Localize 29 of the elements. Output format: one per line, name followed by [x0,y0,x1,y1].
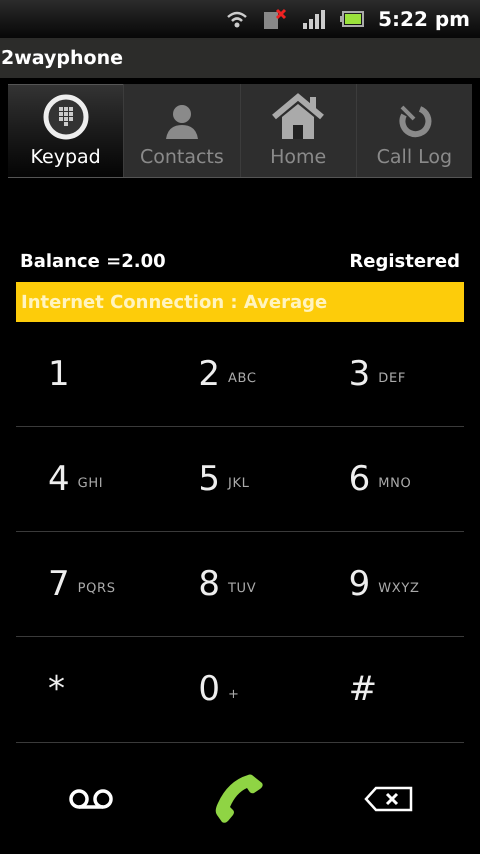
status-time: 5:22 pm [378,6,470,33]
registration-status: Registered [349,250,460,274]
sim-error-icon [262,8,288,30]
dial-key[interactable]: 7 PQRS [16,532,166,637]
dial-key[interactable]: * [16,637,166,742]
dial-key[interactable]: 9 WXYZ [314,532,464,637]
dial-key[interactable]: 4 GHI [16,427,166,532]
dial-key[interactable]: 0 + [165,637,315,742]
signal-icon [302,9,326,29]
house-icon [270,92,326,140]
voicemail-icon [68,788,114,810]
tab[interactable]: Home [240,84,356,177]
dial-key[interactable]: 5 JKL [165,427,315,532]
battery-icon [340,11,364,27]
connection-banner: Internet Connection : Average [16,282,464,322]
wifi-icon [226,9,248,29]
dial-key[interactable]: 8 TUV [165,532,315,637]
tab[interactable]: Call Log [356,84,472,177]
tab[interactable]: Contacts [123,84,240,177]
tab[interactable]: Keypad [8,84,124,177]
dial-key[interactable]: 6 MNO [314,427,464,532]
backspace-icon [364,786,414,812]
balance-label: Balance =2.00 [20,250,166,274]
dial-key[interactable]: # [314,637,464,742]
dial-key[interactable]: 3 DEF [314,322,464,427]
dial-key[interactable]: 1 [16,322,166,427]
keypad-icon [42,92,90,140]
dial-key[interactable]: 2 ABC [165,322,315,427]
app-title: 2wayphone [1,46,123,71]
